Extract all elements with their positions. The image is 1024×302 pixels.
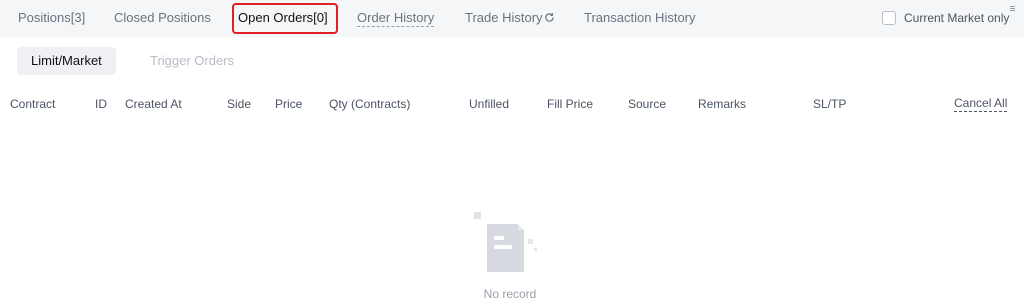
cancel-all-button[interactable]: Cancel All — [954, 96, 1008, 112]
tab-order-history[interactable]: Order History — [357, 9, 435, 27]
subtab-trigger-orders[interactable]: Trigger Orders — [136, 47, 248, 75]
col-sl-tp: SL/TP — [813, 97, 847, 111]
tab-trade-history[interactable]: Trade History — [465, 9, 555, 27]
col-side: Side — [227, 97, 252, 111]
orders-tab-bar: Positions[3] Closed Positions Open Order… — [0, 0, 1024, 37]
col-source: Source — [628, 97, 667, 111]
empty-document-icon — [474, 212, 537, 272]
current-market-label: Current Market only — [904, 11, 1010, 25]
col-created-at: Created At — [125, 97, 182, 111]
subtab-limit-market[interactable]: Limit/Market — [17, 47, 116, 75]
col-contract: Contract — [10, 97, 56, 111]
tab-transaction-history[interactable]: Transaction History — [584, 9, 696, 27]
col-unfilled: Unfilled — [469, 97, 510, 111]
active-tab-highlight — [232, 3, 338, 34]
col-fill-price: Fill Price — [547, 97, 594, 111]
col-id: ID — [95, 97, 107, 111]
refresh-icon[interactable] — [544, 12, 555, 23]
current-market-checkbox[interactable] — [882, 11, 896, 25]
tab-trade-history-label: Trade History — [465, 10, 543, 25]
empty-state-text: No record — [483, 287, 537, 301]
col-remarks: Remarks — [698, 97, 747, 111]
col-qty: Qty (Contracts) — [329, 97, 411, 111]
tab-closed-positions[interactable]: Closed Positions — [114, 9, 211, 27]
resize-grip-icon[interactable] — [1010, 6, 1015, 12]
tab-positions[interactable]: Positions[3] — [18, 9, 85, 27]
col-price: Price — [275, 97, 303, 111]
